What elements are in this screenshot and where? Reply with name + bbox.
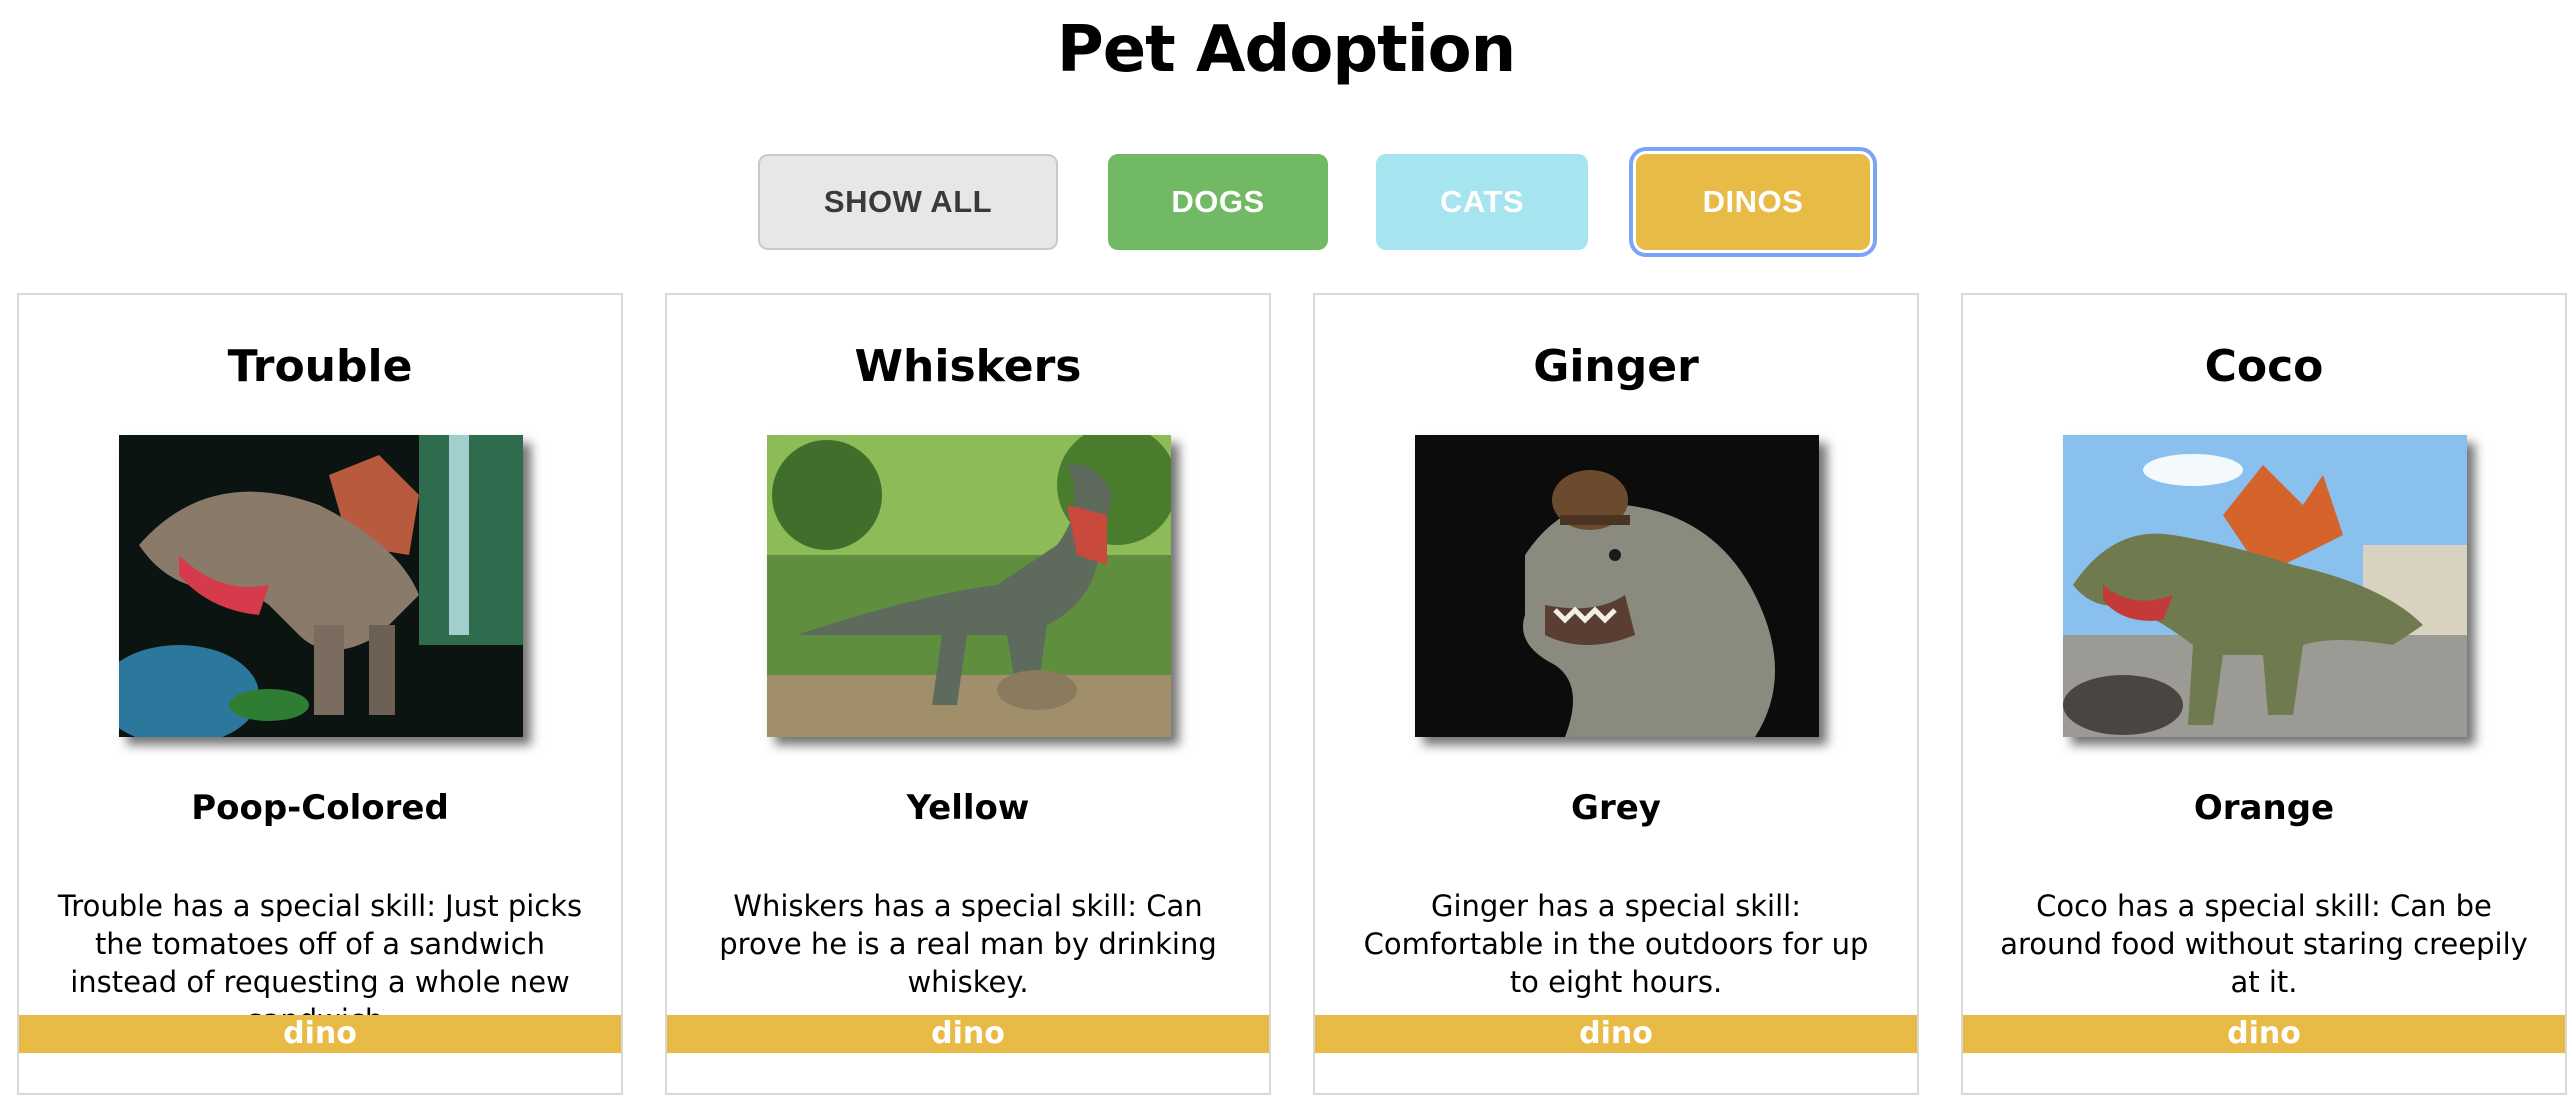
- pet-type-badge: dino: [667, 1015, 1269, 1053]
- dinos-filter-button[interactable]: DINOS: [1636, 154, 1870, 250]
- pet-name: Whiskers: [854, 341, 1082, 392]
- page-title: Pet Adoption: [1056, 13, 1516, 87]
- pet-color: Poop-Colored: [191, 788, 449, 828]
- pet-description: Ginger has a special skill: Comfortable …: [1363, 889, 1869, 999]
- pet-name: Trouble: [227, 341, 413, 392]
- pet-type-badge: dino: [1315, 1015, 1917, 1053]
- cats-filter-button[interactable]: CATS: [1376, 154, 1588, 250]
- pet-type-badge: dino: [1963, 1015, 2565, 1053]
- pet-description: Coco has a special skill: Can be around …: [2000, 889, 2528, 999]
- pet-card-whiskers: Whiskers Yellow Whiskers has a special s…: [665, 293, 1271, 1095]
- pet-type-badge: dino: [19, 1015, 621, 1053]
- pet-color: Orange: [2193, 788, 2335, 828]
- pet-card-trouble: Trouble Poop-Colored Trouble has a speci…: [17, 293, 623, 1095]
- pet-card-ginger: Ginger Grey Ginger has a special skill: …: [1313, 293, 1919, 1095]
- pet-color: Grey: [1571, 788, 1661, 828]
- pet-description: Whiskers has a special skill: Can prove …: [719, 889, 1217, 999]
- dogs-filter-button[interactable]: DOGS: [1108, 154, 1328, 250]
- pet-photo: [119, 435, 523, 737]
- show-all-button[interactable]: SHOW ALL: [758, 154, 1058, 250]
- pet-photo: [1415, 435, 1819, 737]
- pet-name: Ginger: [1533, 341, 1699, 392]
- pet-card-coco: Coco Orange Coco has a special skill: Ca…: [1961, 293, 2567, 1095]
- pet-name: Coco: [2204, 341, 2324, 392]
- pet-color: Yellow: [906, 788, 1030, 828]
- pet-photo: [767, 435, 1171, 737]
- pet-photo: [2063, 435, 2467, 737]
